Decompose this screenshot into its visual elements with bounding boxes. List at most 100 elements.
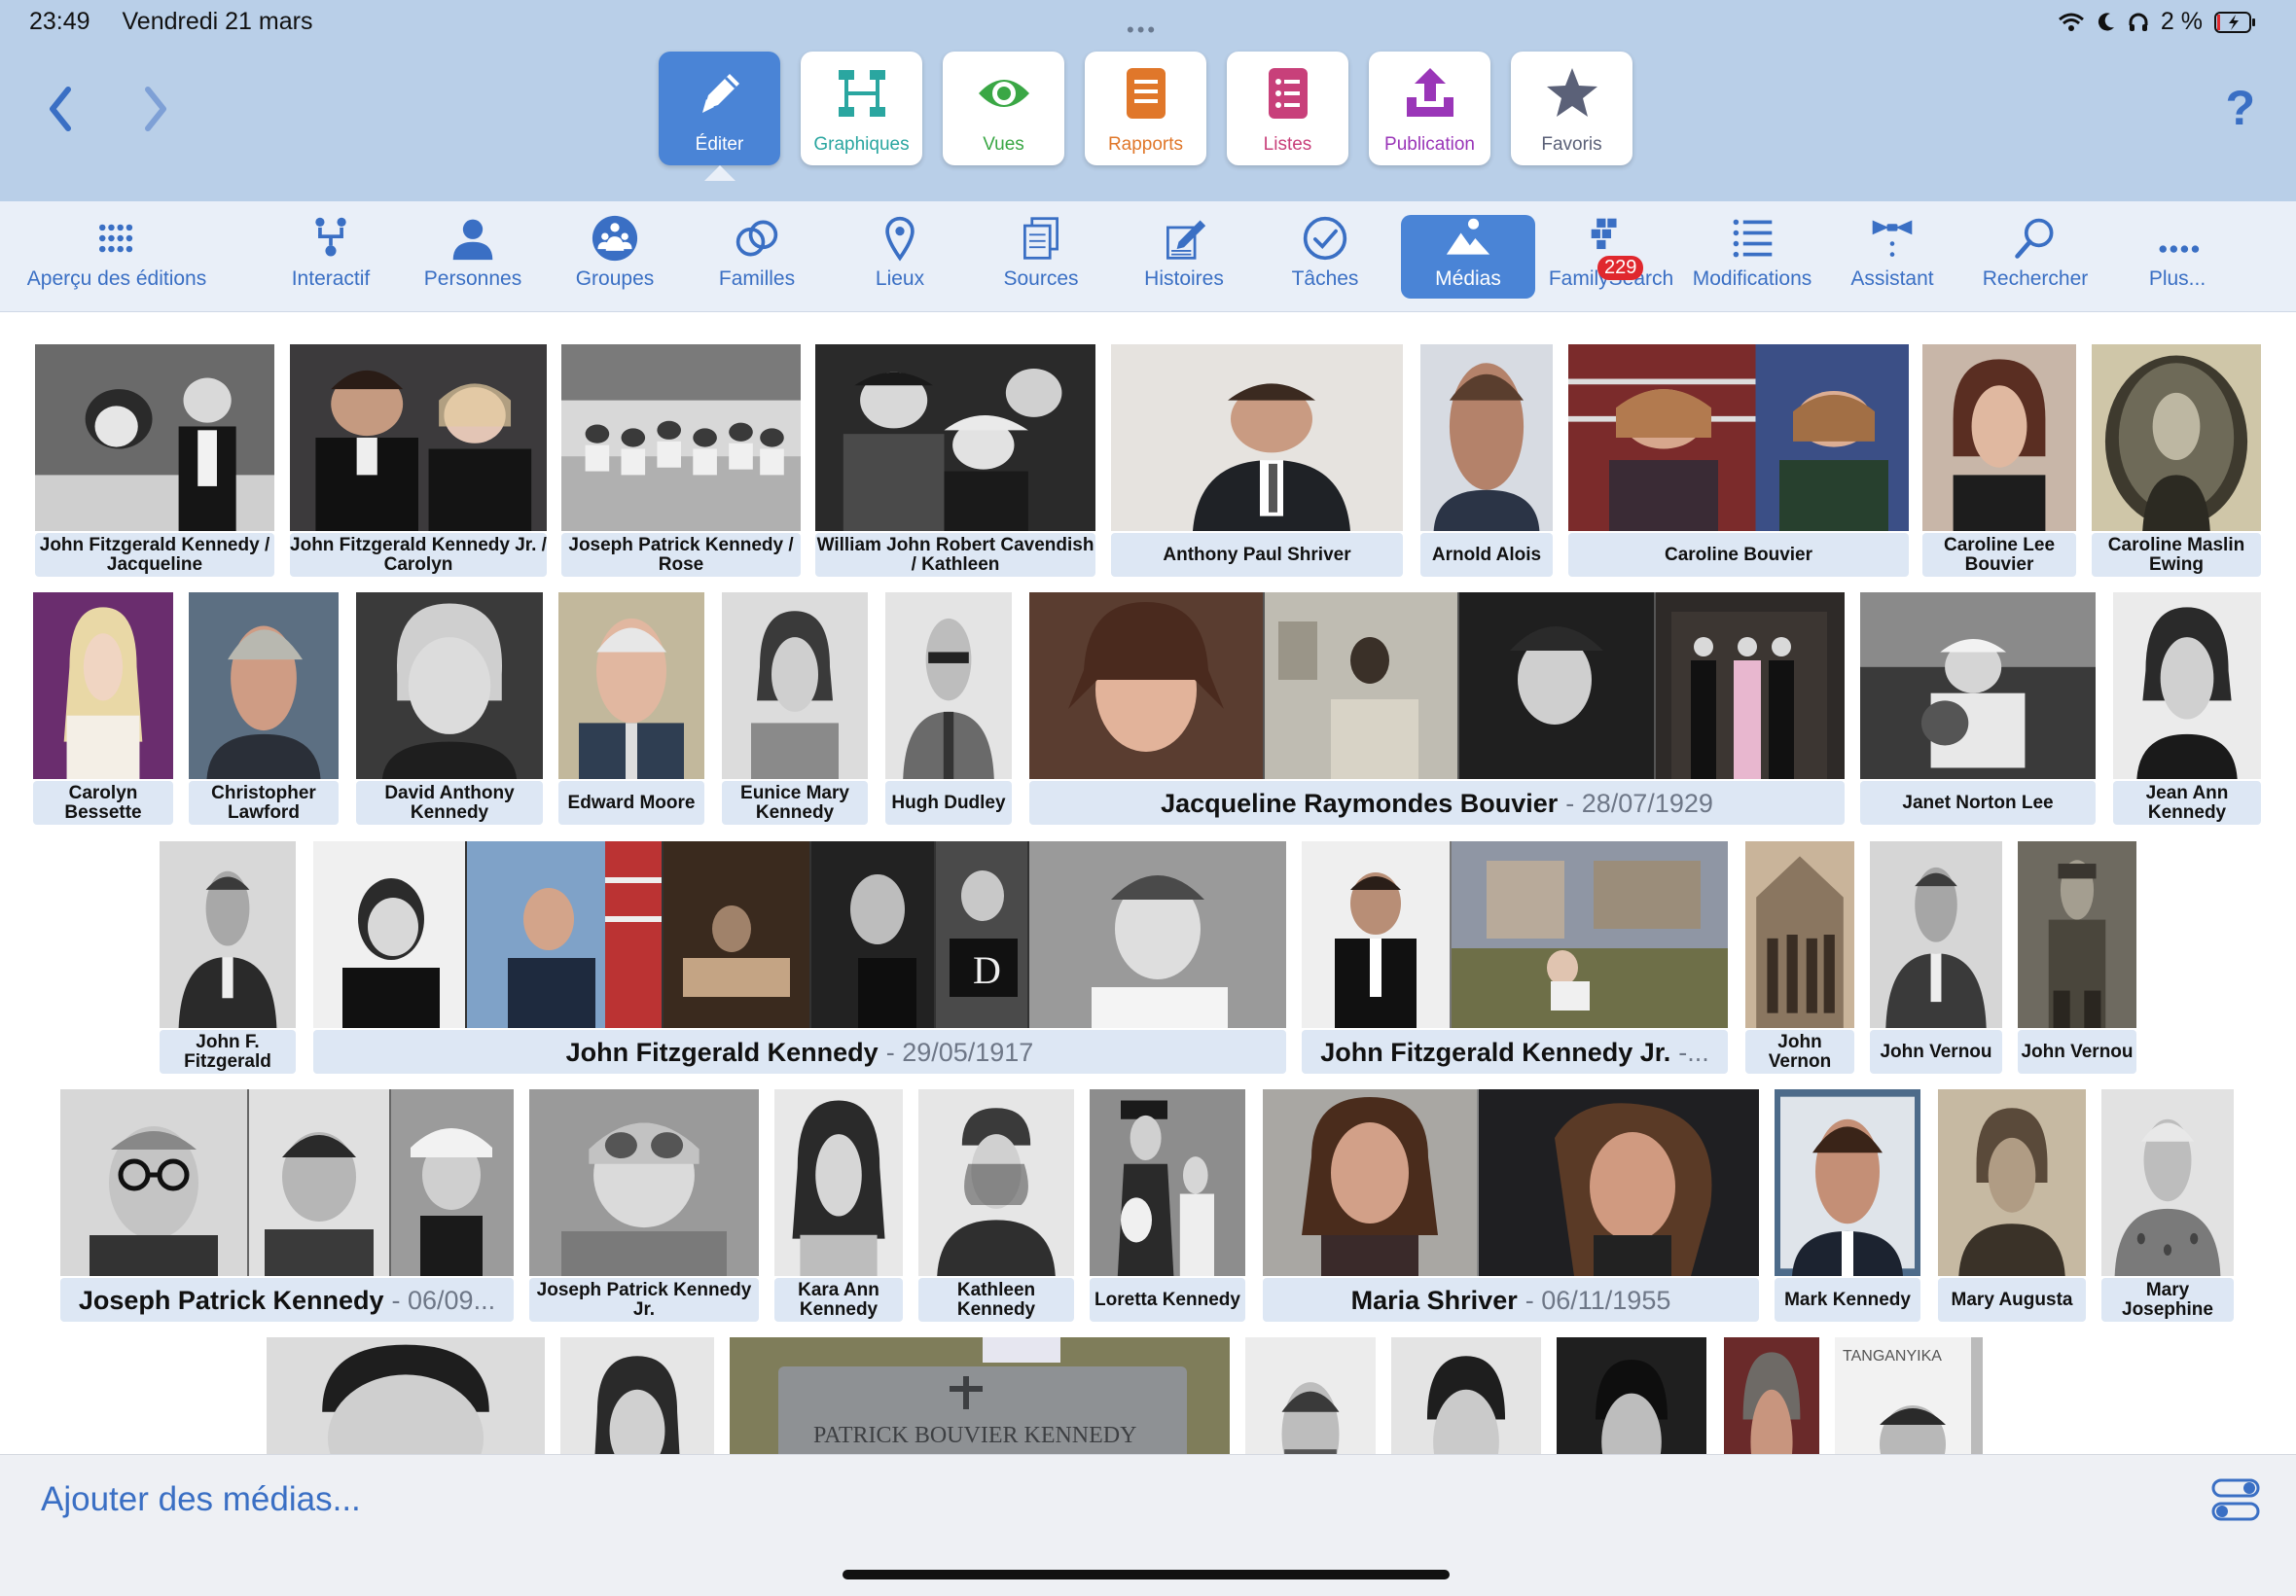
func-label: Rechercher bbox=[1982, 267, 2089, 290]
mode-label: Éditer bbox=[695, 134, 744, 155]
func-sources-button[interactable]: Sources bbox=[992, 215, 1090, 299]
media-photo bbox=[560, 1337, 714, 1454]
media-date: - 29/05/1917 bbox=[885, 1037, 1034, 1067]
media-caption: Caroline Maslin Ewing bbox=[2092, 533, 2261, 577]
person-icon bbox=[452, 219, 493, 261]
media-icon bbox=[1446, 218, 1490, 255]
func-label: Tâches bbox=[1291, 267, 1359, 290]
media-photo: D bbox=[313, 841, 1286, 1028]
home-indicator[interactable] bbox=[843, 1570, 1450, 1579]
mode-charts-button[interactable]: Graphiques bbox=[801, 52, 922, 165]
moon-icon bbox=[2098, 12, 2114, 30]
mode-label: Publication bbox=[1384, 134, 1475, 155]
media-photo bbox=[60, 1089, 514, 1276]
status-bar-right: 2 % bbox=[2058, 8, 2257, 36]
func-label: Aperçu des éditions bbox=[26, 267, 207, 290]
media-photo bbox=[1922, 344, 2076, 531]
func-changes-button[interactable]: Modifications bbox=[1685, 215, 1819, 299]
back-arrow-icon[interactable] bbox=[41, 80, 80, 138]
media-photo bbox=[1870, 841, 2002, 1028]
media-photo bbox=[35, 344, 274, 531]
pin-icon bbox=[885, 216, 915, 262]
familysearch-icon bbox=[1591, 218, 1617, 250]
check-icon bbox=[1303, 216, 1347, 261]
media-photo bbox=[290, 344, 547, 531]
bowtie-icon bbox=[1872, 220, 1913, 257]
forward-arrow-icon[interactable] bbox=[136, 80, 175, 138]
group-icon bbox=[592, 215, 638, 262]
func-label: Assistant bbox=[1850, 267, 1934, 290]
media-caption: Anthony Paul Shriver bbox=[1111, 533, 1403, 577]
mode-label: Vues bbox=[983, 134, 1024, 155]
media-photo: TANGANYIKA bbox=[1835, 1337, 2022, 1454]
mode-lists-button[interactable]: Listes bbox=[1227, 52, 1348, 165]
func-label: Histoires bbox=[1144, 267, 1224, 290]
headstone-text: PATRICK BOUVIER KENNEDY bbox=[813, 1423, 1136, 1448]
media-caption-group: Jacqueline Raymondes Bouvier - 28/07/1929 bbox=[1029, 781, 1845, 825]
func-places-button[interactable]: Lieux bbox=[851, 215, 949, 299]
media-photo bbox=[1111, 344, 1403, 531]
mode-reports-button[interactable]: Rapports bbox=[1085, 52, 1206, 165]
mode-edit-button[interactable]: Éditer bbox=[659, 52, 780, 181]
star-icon bbox=[1546, 68, 1597, 117]
media-caption: Carolyn Bessette bbox=[33, 781, 173, 825]
list-icon bbox=[1268, 68, 1308, 119]
media-caption: Hugh Dudley bbox=[885, 781, 1012, 825]
battery-percent: 2 % bbox=[2160, 8, 2203, 35]
func-families-button[interactable]: Familles bbox=[708, 215, 806, 299]
media-caption: John Fitzgerald Kennedy / Jacqueline bbox=[35, 533, 274, 577]
func-label: Médias bbox=[1435, 267, 1501, 290]
media-grid: John Fitzgerald Kennedy / Jacqueline Joh… bbox=[0, 311, 2296, 1454]
media-caption: Joseph Patrick Kennedy Jr. bbox=[529, 1278, 759, 1322]
pencil-icon bbox=[701, 74, 739, 113]
media-photo bbox=[1557, 1337, 1706, 1454]
mode-views-button[interactable]: Vues bbox=[943, 52, 1064, 165]
media-caption: Christopher Lawford bbox=[189, 781, 339, 825]
media-photo bbox=[1263, 1089, 1759, 1276]
func-stories-button[interactable]: Histoires bbox=[1133, 215, 1235, 299]
documents-icon bbox=[1023, 217, 1058, 260]
media-photo bbox=[774, 1089, 903, 1276]
media-caption: Janet Norton Lee bbox=[1860, 781, 2096, 825]
battery-charging-icon bbox=[2214, 11, 2255, 33]
add-media-button[interactable]: Ajouter des médias... bbox=[41, 1480, 361, 1519]
status-date: Vendredi 21 mars bbox=[122, 8, 313, 35]
media-caption: Eunice Mary Kennedy bbox=[722, 781, 868, 825]
media-photo bbox=[558, 592, 704, 779]
display-options-icon[interactable] bbox=[2210, 1474, 2261, 1525]
wifi-icon bbox=[2058, 13, 2084, 31]
func-more-button[interactable]: Plus... bbox=[2129, 215, 2226, 299]
func-groups-button[interactable]: Groupes bbox=[566, 215, 664, 299]
media-caption-group: Maria Shriver - 06/11/1955 bbox=[1263, 1278, 1759, 1322]
func-overview-button[interactable]: Aperçu des éditions bbox=[10, 215, 224, 299]
func-media-button[interactable]: Médias bbox=[1401, 215, 1535, 299]
media-caption: Caroline Bouvier bbox=[1568, 533, 1909, 577]
media-caption: William John Robert Cavendish / Kathleen bbox=[815, 533, 1095, 577]
media-caption: John Fitzgerald Kennedy bbox=[565, 1037, 879, 1067]
upload-icon bbox=[1406, 68, 1453, 117]
func-interactive-button[interactable]: Interactif bbox=[282, 215, 379, 299]
help-button[interactable]: ? bbox=[2225, 80, 2255, 136]
story-icon bbox=[1166, 220, 1206, 260]
changes-icon bbox=[1733, 219, 1773, 258]
media-caption-group: John Fitzgerald Kennedy Jr. -... bbox=[1302, 1030, 1728, 1074]
media-photo bbox=[529, 1089, 759, 1276]
media-caption: John F. Fitzgerald bbox=[160, 1030, 296, 1074]
media-caption: Mark Kennedy bbox=[1775, 1278, 1920, 1322]
mode-publish-button[interactable]: Publication bbox=[1369, 52, 1490, 165]
func-search-button[interactable]: Rechercher bbox=[1975, 215, 2096, 299]
media-caption-group: John Fitzgerald Kennedy - 29/05/1917 bbox=[313, 1030, 1286, 1074]
media-caption: Mary Augusta bbox=[1938, 1278, 2086, 1322]
media-caption: Kara Ann Kennedy bbox=[774, 1278, 903, 1322]
media-caption: John Fitzgerald Kennedy Jr. bbox=[1320, 1037, 1671, 1067]
func-tasks-button[interactable]: Tâches bbox=[1276, 215, 1374, 299]
media-photo bbox=[1568, 344, 1909, 531]
func-persons-button[interactable]: Personnes bbox=[418, 215, 527, 299]
headphones-icon bbox=[2129, 13, 2148, 31]
media-photo bbox=[885, 592, 1012, 779]
func-assistant-button[interactable]: Assistant bbox=[1844, 215, 1941, 299]
func-familysearch-button[interactable]: 229 FamilySearch bbox=[1545, 215, 1677, 299]
mode-favorites-button[interactable]: Favoris bbox=[1511, 52, 1632, 165]
multitask-dots-icon[interactable]: ••• bbox=[1127, 18, 1158, 43]
media-caption: Joseph Patrick Kennedy / Rose bbox=[561, 533, 801, 577]
